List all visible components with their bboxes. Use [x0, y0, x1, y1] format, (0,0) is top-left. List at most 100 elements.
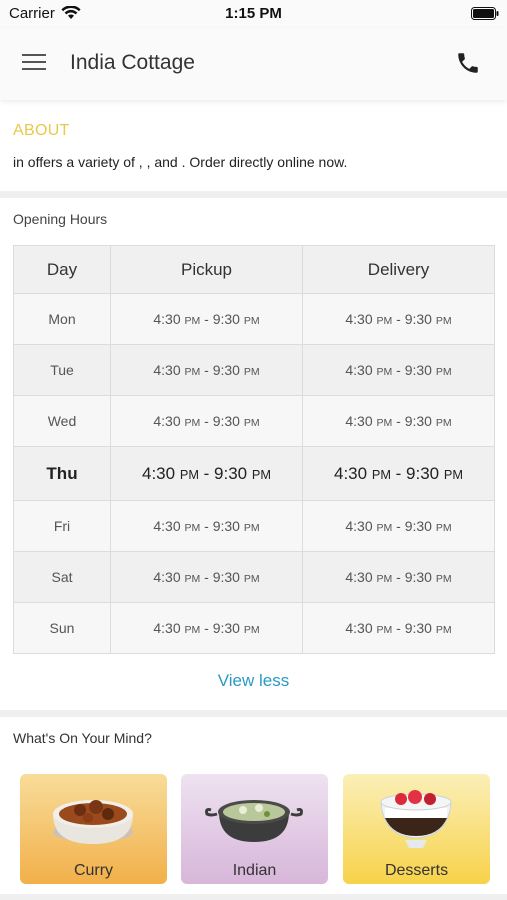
category-label: Desserts — [384, 862, 449, 879]
delivery-end: 9:30 — [404, 569, 432, 585]
hours-heading: Opening Hours — [13, 211, 108, 227]
pm-label: PM — [435, 522, 452, 534]
section-divider — [0, 894, 507, 900]
delivery-time-cell: 4:30 PM - 9:30 PM — [302, 395, 495, 447]
pickup-start: 4:30 — [153, 620, 181, 636]
kadai-dish-icon — [205, 800, 303, 842]
category-card-indian[interactable]: Indian — [181, 774, 328, 884]
delivery-start: 4:30 — [345, 413, 373, 429]
hours-row-sun: Sun 4:30 PM - 9:30 PM 4:30 PM - 9:30 PM — [13, 602, 495, 654]
section-divider — [0, 191, 507, 198]
pickup-start: 4:30 — [153, 569, 181, 585]
delivery-end: 9:30 — [406, 463, 440, 483]
day-cell: Thu — [13, 446, 111, 501]
delivery-start: 4:30 — [345, 518, 373, 534]
hours-row-fri: Fri 4:30 PM - 9:30 PM 4:30 PM - 9:30 PM — [13, 500, 495, 552]
pm-label: PM — [184, 573, 201, 585]
day-cell: Sat — [13, 551, 111, 603]
pickup-end: 9:30 — [212, 620, 240, 636]
pm-label: PM — [443, 466, 463, 482]
hours-row-thu: Thu 4:30 PM - 9:30 PM 4:30 PM - 9:30 PM — [13, 446, 495, 501]
delivery-end: 9:30 — [404, 518, 432, 534]
hours-table: Day Pickup Delivery Mon 4:30 PM - 9:30 PM… — [13, 245, 495, 654]
category-label: Curry — [73, 862, 114, 879]
pickup-time-cell: 4:30 PM - 9:30 PM — [110, 446, 303, 501]
pm-label: PM — [376, 522, 393, 534]
delivery-time-cell: 4:30 PM - 9:30 PM — [302, 293, 495, 345]
pickup-start: 4:30 — [153, 413, 181, 429]
pm-label: PM — [243, 366, 260, 378]
pm-label: PM — [376, 417, 393, 429]
app-header: India Cottage — [0, 28, 507, 100]
hours-row-mon: Mon 4:30 PM - 9:30 PM 4:30 PM - 9:30 PM — [13, 293, 495, 345]
delivery-start: 4:30 — [345, 620, 373, 636]
column-header-delivery: Delivery — [302, 245, 495, 294]
pickup-end: 9:30 — [212, 518, 240, 534]
hours-row-wed: Wed 4:30 PM - 9:30 PM 4:30 PM - 9:30 PM — [13, 395, 495, 447]
page-title: India Cottage — [70, 51, 195, 74]
battery-icon — [471, 7, 499, 20]
delivery-end: 9:30 — [404, 362, 432, 378]
pickup-end: 9:30 — [212, 413, 240, 429]
hours-row-tue: Tue 4:30 PM - 9:30 PM 4:30 PM - 9:30 PM — [13, 344, 495, 396]
pickup-start: 4:30 — [153, 518, 181, 534]
pm-label: PM — [243, 573, 260, 585]
pm-label: PM — [376, 366, 393, 378]
about-text: in offers a variety of , , and . Order d… — [13, 154, 348, 170]
pickup-start: 4:30 — [153, 362, 181, 378]
pm-label: PM — [243, 522, 260, 534]
delivery-end: 9:30 — [404, 620, 432, 636]
pickup-start: 4:30 — [153, 311, 181, 327]
section-divider — [0, 710, 507, 717]
column-header-pickup: Pickup — [110, 245, 303, 294]
category-card-curry[interactable]: Curry — [20, 774, 167, 884]
pickup-time-cell: 4:30 PM - 9:30 PM — [110, 344, 303, 396]
pickup-time-cell: 4:30 PM - 9:30 PM — [110, 602, 303, 654]
phone-icon[interactable] — [455, 50, 481, 76]
pickup-time-cell: 4:30 PM - 9:30 PM — [110, 500, 303, 552]
delivery-time-cell: 4:30 PM - 9:30 PM — [302, 446, 495, 501]
pm-label: PM — [251, 466, 271, 482]
pickup-end: 9:30 — [212, 362, 240, 378]
day-cell: Sun — [13, 602, 111, 654]
pm-label: PM — [184, 522, 201, 534]
delivery-start: 4:30 — [333, 463, 368, 483]
pm-label: PM — [371, 466, 391, 482]
pm-label: PM — [184, 417, 201, 429]
pickup-time-cell: 4:30 PM - 9:30 PM — [110, 551, 303, 603]
delivery-time-cell: 4:30 PM - 9:30 PM — [302, 551, 495, 603]
about-section: ABOUT in offers a variety of , , and . O… — [0, 108, 507, 190]
hours-row-sat: Sat 4:30 PM - 9:30 PM 4:30 PM - 9:30 PM — [13, 551, 495, 603]
view-less-link[interactable]: View less — [0, 671, 507, 691]
pm-label: PM — [435, 366, 452, 378]
delivery-end: 9:30 — [404, 311, 432, 327]
day-cell: Tue — [13, 344, 111, 396]
clock: 1:15 PM — [225, 5, 282, 22]
pickup-time-cell: 4:30 PM - 9:30 PM — [110, 395, 303, 447]
pm-label: PM — [435, 624, 452, 636]
pm-label: PM — [184, 315, 201, 327]
mind-heading: What's On Your Mind? — [13, 730, 152, 746]
pm-label: PM — [376, 624, 393, 636]
pickup-end: 9:30 — [212, 569, 240, 585]
pickup-time-cell: 4:30 PM - 9:30 PM — [110, 293, 303, 345]
pm-label: PM — [243, 417, 260, 429]
delivery-start: 4:30 — [345, 311, 373, 327]
category-label: Indian — [232, 862, 277, 879]
pm-label: PM — [179, 466, 199, 482]
about-heading: ABOUT — [13, 122, 70, 139]
pm-label: PM — [435, 417, 452, 429]
pm-label: PM — [435, 573, 452, 585]
menu-icon[interactable] — [22, 52, 48, 74]
column-header-day: Day — [13, 245, 111, 294]
pickup-start: 4:30 — [141, 463, 176, 483]
category-card-desserts[interactable]: Desserts — [343, 774, 490, 884]
pm-label: PM — [243, 624, 260, 636]
curry-bowl-icon — [53, 800, 133, 844]
pickup-end: 9:30 — [214, 463, 248, 483]
delivery-time-cell: 4:30 PM - 9:30 PM — [302, 500, 495, 552]
pm-label: PM — [184, 624, 201, 636]
pm-label: PM — [184, 366, 201, 378]
pickup-end: 9:30 — [212, 311, 240, 327]
pm-label: PM — [435, 315, 452, 327]
